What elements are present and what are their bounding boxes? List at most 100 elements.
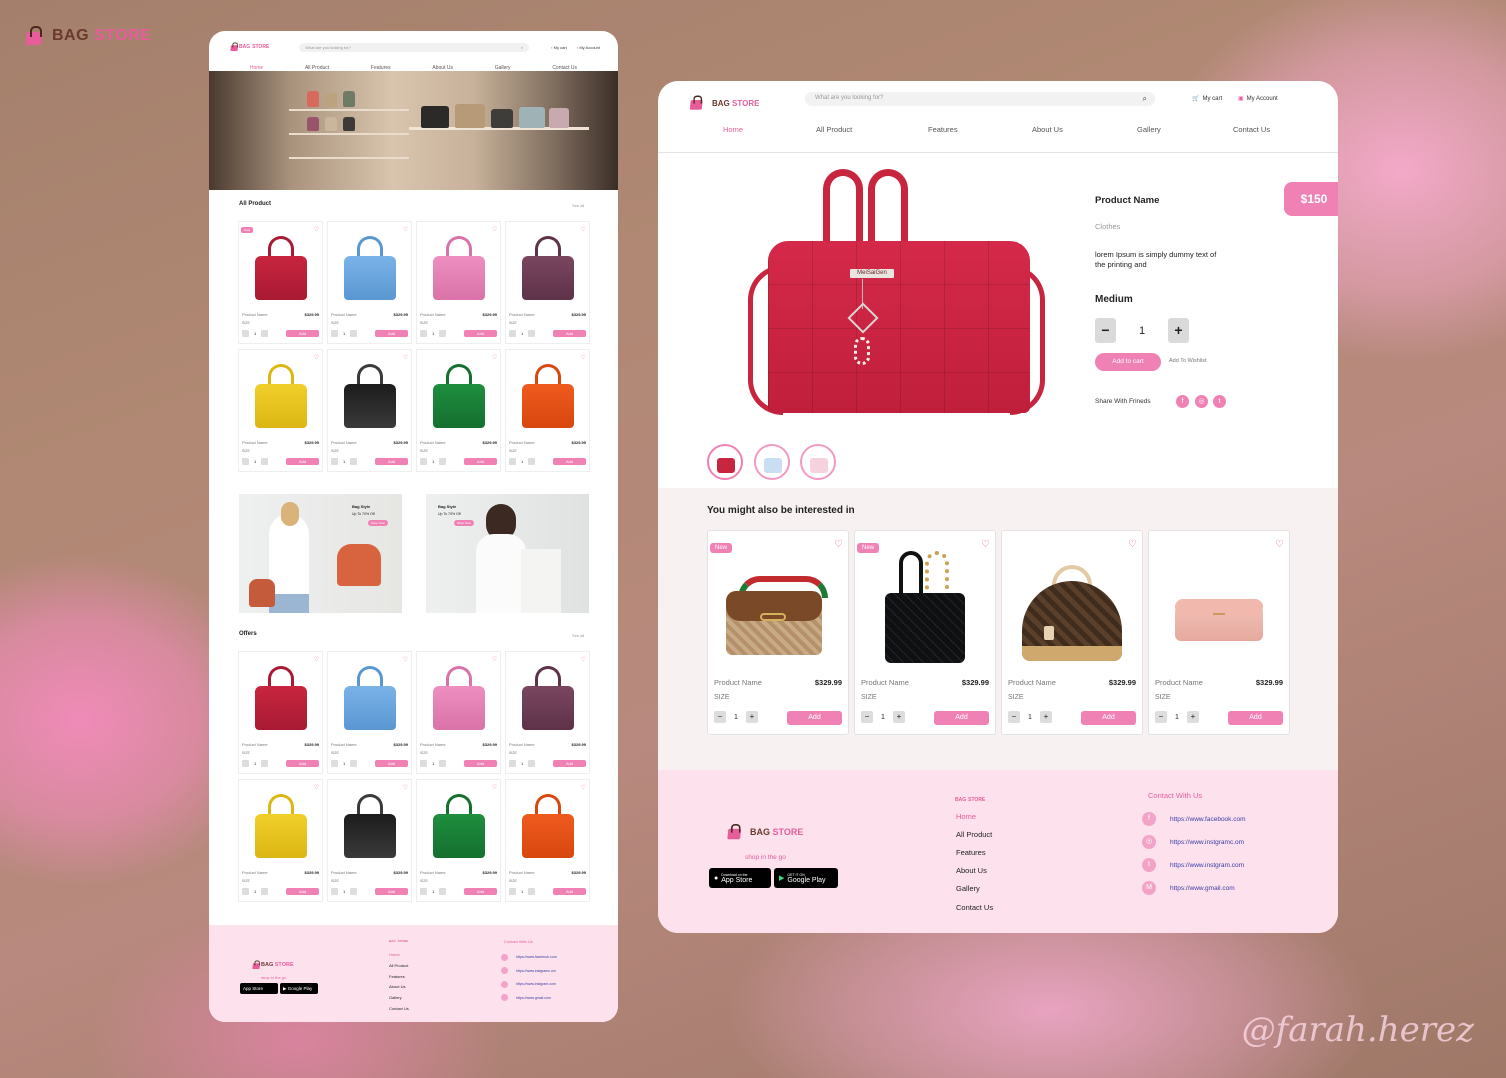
- add-button[interactable]: Add: [286, 330, 319, 337]
- decrease-button[interactable]: −: [1095, 318, 1116, 343]
- google-play-badge[interactable]: ▶ Google Play: [280, 983, 318, 994]
- footer-link[interactable]: All Product: [956, 830, 992, 839]
- product-card[interactable]: ♡ Product Name $329.99 SIZE 1 Add: [416, 221, 501, 344]
- footer-link[interactable]: Features: [956, 848, 986, 857]
- plus-button[interactable]: [439, 760, 447, 767]
- google-play-badge[interactable]: ▶ GET IT ON Google Play: [774, 868, 838, 888]
- app-store-badge[interactable]: ● Download on the App Store: [709, 868, 771, 888]
- product-card[interactable]: ♡ Product Name $329.99 SIZE 1 Add: [505, 779, 590, 902]
- heart-icon[interactable]: ♡: [981, 539, 990, 550]
- product-card[interactable]: ♡ Product Name $329.99 SIZE 1 Add: [238, 651, 323, 774]
- product-card[interactable]: ♡ Product Name $329.99 SIZE 1 Add: [505, 651, 590, 774]
- minus-button[interactable]: [242, 458, 249, 465]
- heart-icon[interactable]: ♡: [834, 539, 843, 550]
- add-button[interactable]: Add: [375, 330, 408, 337]
- footer-logo[interactable]: BAG STORE: [724, 822, 803, 842]
- minus-button[interactable]: [331, 888, 338, 895]
- thumbnail-blue[interactable]: [754, 444, 790, 480]
- product-card[interactable]: ♡ Product Name $329.99 SIZE 1 Add: [327, 349, 412, 472]
- minus-button[interactable]: [420, 330, 427, 337]
- footer-link[interactable]: Home: [956, 812, 976, 821]
- promo-banner[interactable]: Bag Style Up To 70% Off Shop Now: [239, 494, 402, 613]
- heart-icon[interactable]: ♡: [492, 354, 497, 361]
- search-input[interactable]: What are you looking for? ⌕: [805, 92, 1155, 106]
- product-card[interactable]: ♡ Product Name $329.99 SIZE 1 Add: [416, 349, 501, 472]
- product-card[interactable]: ♡ Product Name $329.99 SIZE 1 Add: [505, 221, 590, 344]
- minus-button[interactable]: [509, 888, 516, 895]
- add-button[interactable]: Add: [553, 330, 586, 337]
- add-button[interactable]: Add: [464, 458, 497, 465]
- add-button[interactable]: Add: [1228, 711, 1283, 725]
- heart-icon[interactable]: ♡: [581, 354, 586, 361]
- contact-item[interactable]: https://www.facebook.com: [501, 951, 557, 965]
- product-card[interactable]: ♡ Product Name $329.99 SIZE 1 Add: [327, 221, 412, 344]
- minus-button[interactable]: [242, 760, 249, 767]
- minus-button[interactable]: [331, 760, 338, 767]
- heart-icon[interactable]: ♡: [314, 784, 319, 791]
- shop-now-button[interactable]: Shop Now: [368, 520, 388, 526]
- add-button[interactable]: Add: [464, 760, 497, 767]
- cart-link[interactable]: 🛒 My cart: [1192, 95, 1222, 102]
- product-card[interactable]: ♡ Product Name $329.99 SIZE 1 Add: [327, 651, 412, 774]
- plus-button[interactable]: [261, 760, 269, 767]
- heart-icon[interactable]: ♡: [581, 784, 586, 791]
- minus-button[interactable]: −: [1155, 711, 1167, 723]
- product-card[interactable]: ♡ Product Name $329.99 SIZE 1 Add: [505, 349, 590, 472]
- product-card[interactable]: ♡ Product Name $329.99 SIZE 1 Add: [416, 779, 501, 902]
- footer-link[interactable]: Contact Us: [389, 1004, 409, 1015]
- add-button[interactable]: Add: [553, 458, 586, 465]
- logo[interactable]: BAG STORE: [686, 93, 759, 113]
- contact-item[interactable]: ◎ https://www.instgramc.om: [1142, 835, 1244, 849]
- thumbnail-red[interactable]: [707, 444, 743, 480]
- nav-all-product[interactable]: All Product: [816, 125, 852, 134]
- heart-icon[interactable]: ♡: [492, 784, 497, 791]
- product-card[interactable]: New ♡ Product Name $329.99 SIZE −1 + Add: [854, 530, 996, 735]
- see-all-link[interactable]: See all: [572, 633, 584, 638]
- footer-link[interactable]: All Product: [389, 961, 409, 972]
- add-button[interactable]: Add: [934, 711, 989, 725]
- contact-item[interactable]: https://www.instgramc.om: [501, 965, 557, 979]
- add-button[interactable]: Add: [375, 458, 408, 465]
- twitter-icon[interactable]: t: [1213, 395, 1226, 408]
- product-card[interactable]: New ♡ Product Name $329.99 SIZE 1 Add: [238, 221, 323, 344]
- minus-button[interactable]: [331, 458, 338, 465]
- plus-button[interactable]: +: [1186, 711, 1199, 723]
- contact-item[interactable]: https://www.gmail.com: [501, 992, 557, 1006]
- plus-button[interactable]: [528, 888, 536, 895]
- footer-link[interactable]: About Us: [389, 982, 409, 993]
- add-button[interactable]: Add: [286, 458, 319, 465]
- footer-link[interactable]: Contact Us: [956, 903, 993, 912]
- plus-button[interactable]: [528, 330, 536, 337]
- plus-button[interactable]: [528, 458, 536, 465]
- minus-button[interactable]: [331, 330, 338, 337]
- account-link[interactable]: ▣ My Account: [1238, 95, 1278, 102]
- product-card[interactable]: ♡ Product Name $329.99 SIZE 1 Add: [327, 779, 412, 902]
- search-icon[interactable]: ⌕: [521, 45, 523, 50]
- footer-link[interactable]: Gallery: [956, 884, 980, 893]
- heart-icon[interactable]: ♡: [492, 226, 497, 233]
- add-button[interactable]: Add: [464, 888, 497, 895]
- nav-home[interactable]: Home: [723, 125, 743, 134]
- add-button[interactable]: Add: [464, 330, 497, 337]
- footer-link[interactable]: About Us: [956, 866, 987, 875]
- add-button[interactable]: Add: [553, 760, 586, 767]
- contact-item[interactable]: Mhttps://www.gmail.com: [1142, 881, 1235, 895]
- plus-button[interactable]: [528, 760, 536, 767]
- add-button[interactable]: Add: [286, 760, 319, 767]
- footer-logo[interactable]: BAG STORE: [249, 955, 294, 975]
- cart-link[interactable]: ▪ My cart: [551, 45, 567, 50]
- promo-banner[interactable]: Bag Style Up To 70% Off Shop Now: [426, 494, 589, 613]
- heart-icon[interactable]: ♡: [403, 354, 408, 361]
- contact-item[interactable]: f https://www.facebook.com: [1142, 812, 1246, 826]
- product-card[interactable]: ♡ Product Name $329.99 SIZE 1 Add: [238, 779, 323, 902]
- thumbnail-pink[interactable]: [800, 444, 836, 480]
- add-button[interactable]: Add: [375, 888, 408, 895]
- heart-icon[interactable]: ♡: [314, 656, 319, 663]
- plus-button[interactable]: [350, 888, 358, 895]
- plus-button[interactable]: +: [1039, 711, 1052, 723]
- plus-button[interactable]: [261, 458, 269, 465]
- heart-icon[interactable]: ♡: [581, 656, 586, 663]
- product-card[interactable]: New ♡ Product Name $329.99 SIZE −1 + Add: [707, 530, 849, 735]
- plus-button[interactable]: [350, 330, 358, 337]
- minus-button[interactable]: [242, 888, 249, 895]
